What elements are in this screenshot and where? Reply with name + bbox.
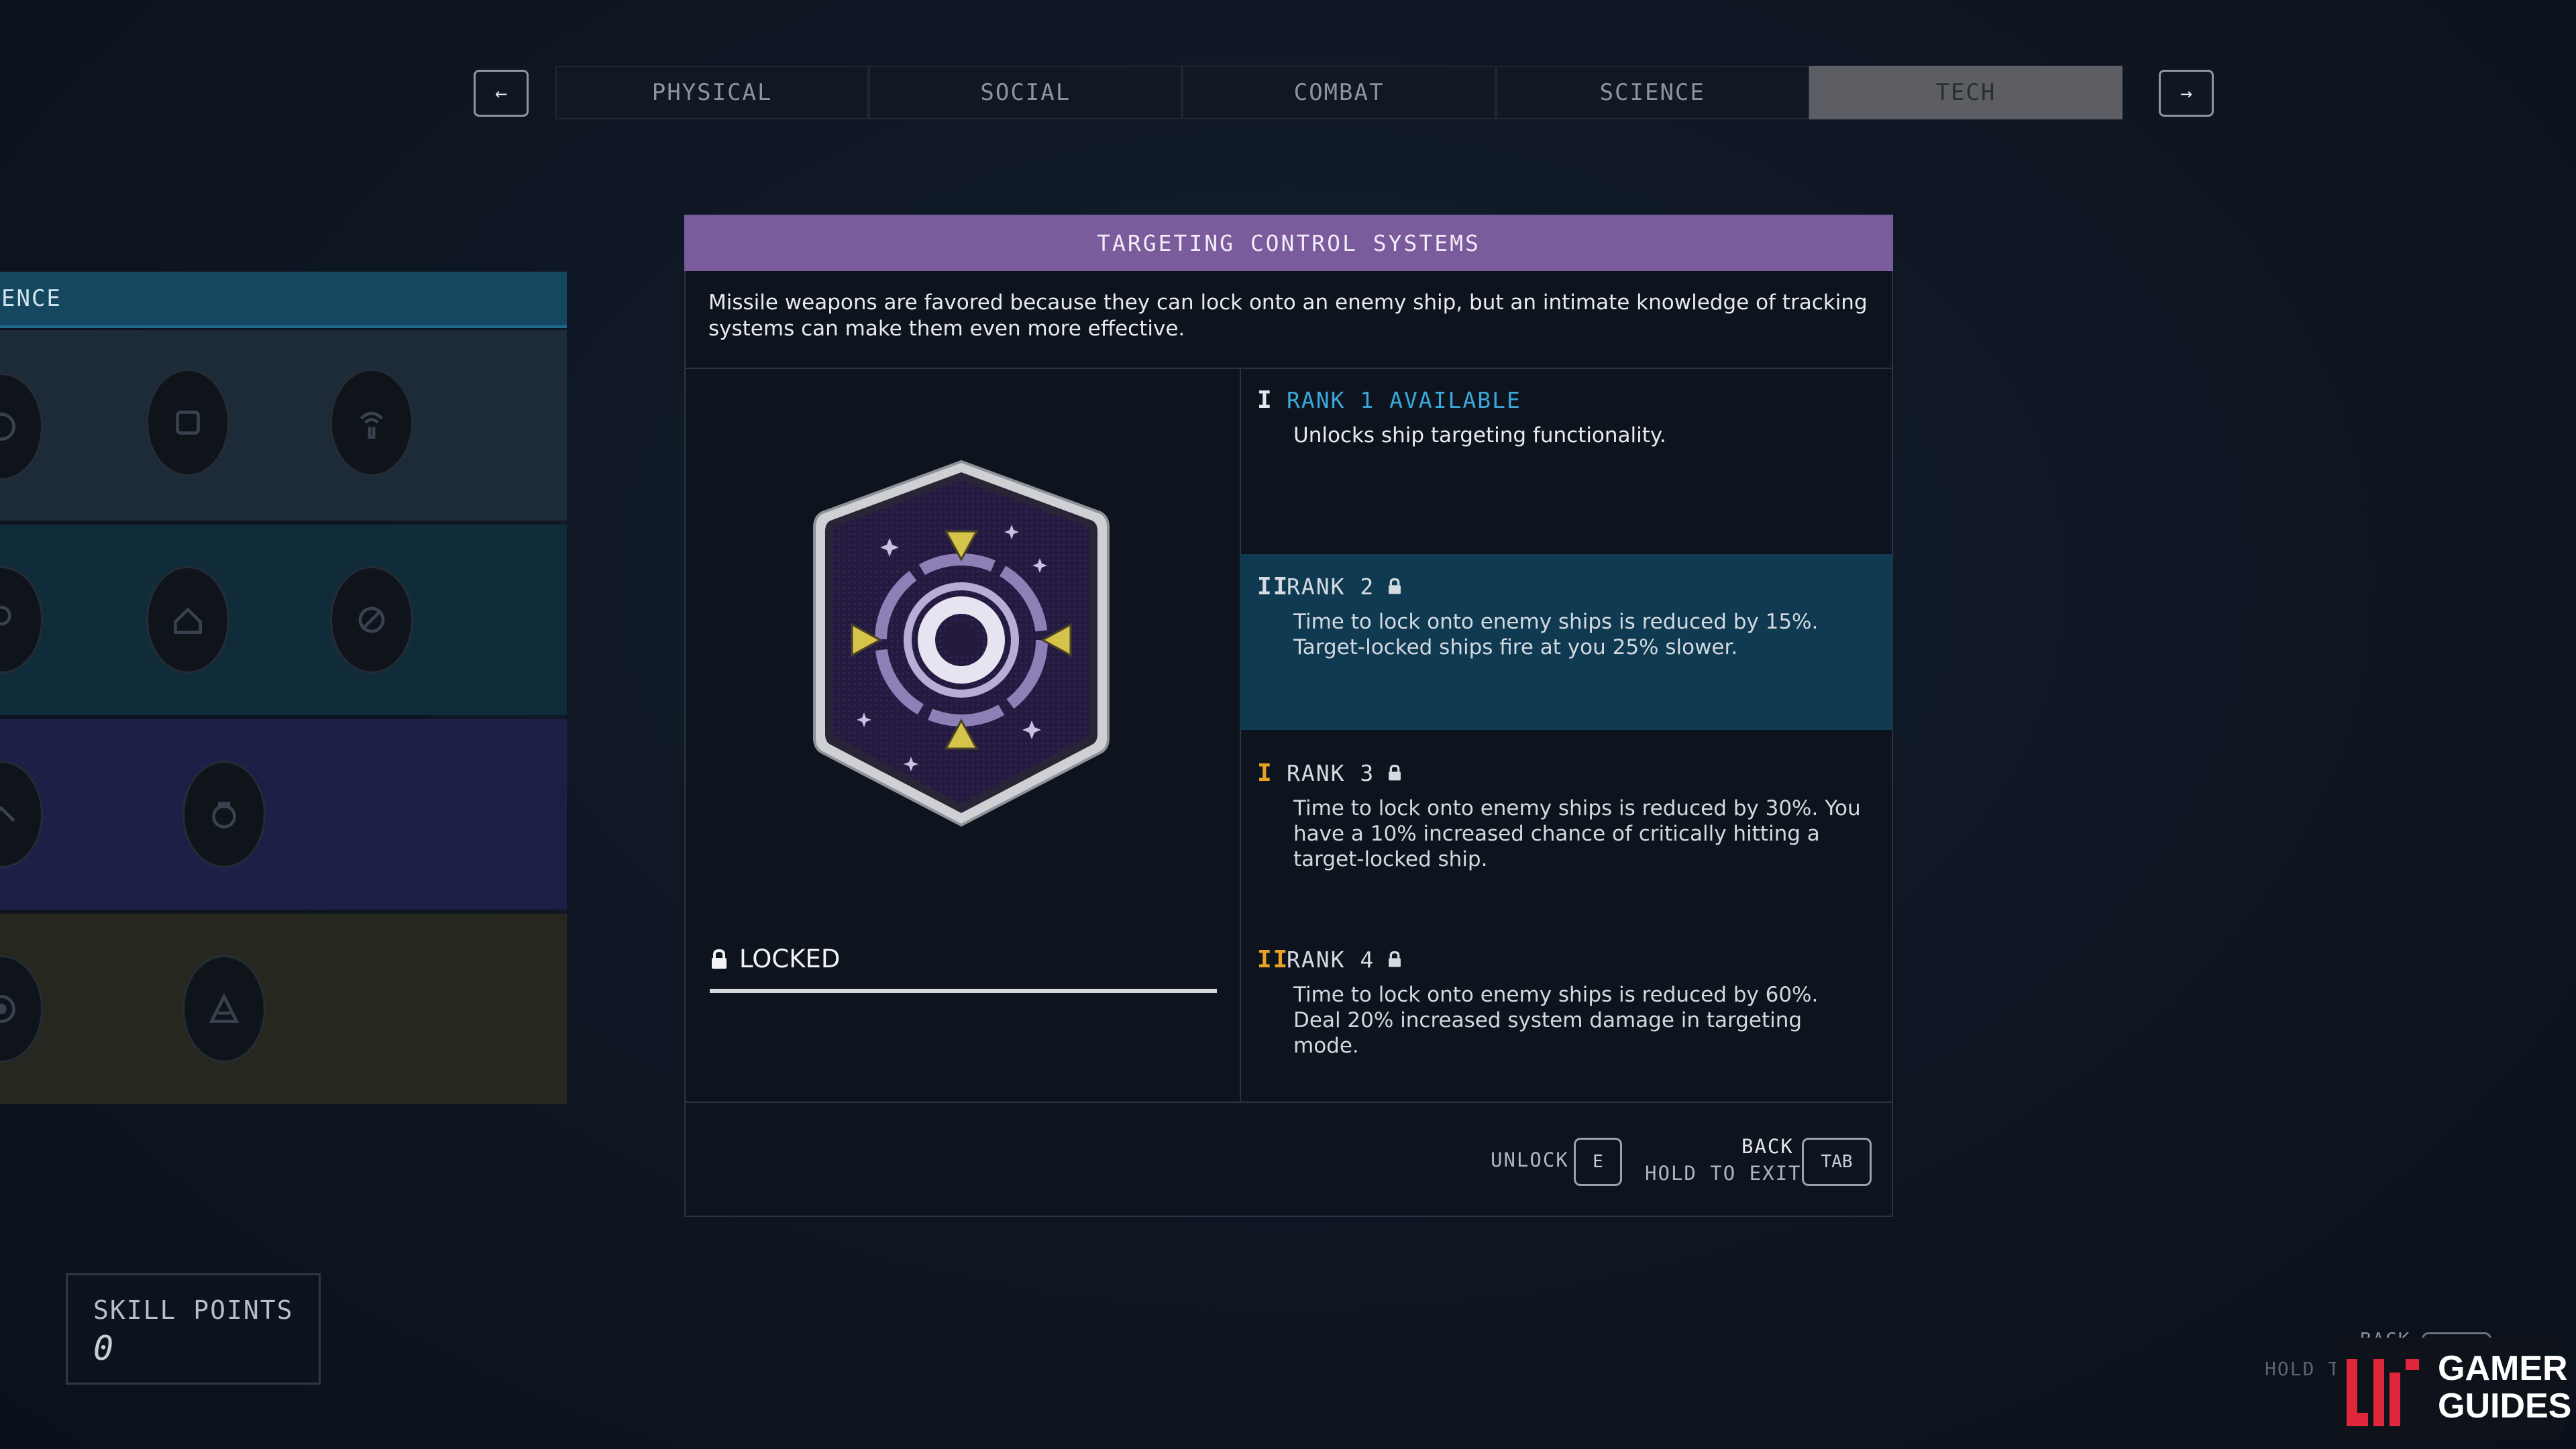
perk-title: TARGETING CONTROL SYSTEMS <box>684 215 1893 271</box>
divider <box>684 1102 1893 1103</box>
skill-emblem-icon <box>176 411 200 435</box>
tab-combat[interactable]: COMBAT <box>1182 66 1496 119</box>
skill-node[interactable] <box>0 761 43 868</box>
lock-icon <box>1389 578 1401 594</box>
lock-icon <box>1389 951 1401 967</box>
unlock-key-button[interactable]: E <box>1574 1138 1622 1186</box>
rank-3-entry[interactable]: I RANK 3 Time to lock onto enemy ships i… <box>1241 759 1892 920</box>
rank-1-label: RANK 1 AVAILABLE <box>1287 386 1521 413</box>
skill-node[interactable] <box>182 955 266 1063</box>
rank-4-label: RANK 4 <box>1287 946 1375 973</box>
watermark: GAMER GUIDES <box>2336 1338 2571 1438</box>
skill-points-panel: SKILL POINTS 0 <box>66 1273 321 1385</box>
previous-category-button[interactable]: ← <box>474 70 529 117</box>
skill-tree-header: ENCE <box>0 272 567 328</box>
rank-2-label: RANK 2 <box>1287 573 1375 600</box>
watermark-line-2: GUIDES <box>2438 1387 2572 1426</box>
gamer-guides-logo-icon <box>2347 1359 2419 1426</box>
skill-emblem-icon <box>212 802 236 828</box>
skill-node[interactable] <box>0 566 43 674</box>
skill-emblem-icon <box>358 606 385 633</box>
tab-social[interactable]: SOCIAL <box>869 66 1183 119</box>
rank-3-label: RANK 3 <box>1287 759 1375 786</box>
watermark-line-1: GAMER <box>2438 1349 2568 1388</box>
locked-status-label: LOCKED <box>739 945 841 973</box>
rank-4-marker: II <box>1257 945 1289 973</box>
progress-bar <box>710 989 1217 993</box>
hold-to-exit-label: HOLD TO EXIT <box>1645 1162 1802 1185</box>
tab-science[interactable]: SCIENCE <box>1495 66 1809 119</box>
skill-node[interactable] <box>330 369 413 476</box>
skill-points-value: 0 <box>93 1329 114 1368</box>
rank-4-entry[interactable]: II RANK 4 Time to lock onto enemy ships … <box>1241 946 1892 1100</box>
skill-node[interactable] <box>0 955 43 1063</box>
back-label: BACK <box>1741 1135 1794 1158</box>
skill-emblem-icon <box>174 607 202 634</box>
skill-emblem-icon <box>209 993 239 1023</box>
skill-node[interactable] <box>146 566 229 674</box>
rank-2-marker: II <box>1257 572 1289 600</box>
perk-badge <box>810 458 1112 829</box>
skill-tree-header-label: ENCE <box>1 285 62 312</box>
lock-icon <box>1389 764 1401 781</box>
unlock-label: UNLOCK <box>1491 1148 1569 1171</box>
locked-status: LOCKED <box>710 945 840 973</box>
skill-emblem-icon <box>360 411 384 439</box>
next-category-button[interactable]: → <box>2159 70 2214 117</box>
skill-tree-row-3 <box>0 719 567 910</box>
skill-tree-row-4 <box>0 914 567 1104</box>
tab-physical[interactable]: PHYSICAL <box>555 66 869 119</box>
rank-1-text: Unlocks ship targeting functionality. <box>1293 423 1666 447</box>
rank-4-text: Time to lock onto enemy ships is reduced… <box>1293 983 1819 1058</box>
skill-points-label: SKILL POINTS <box>93 1295 294 1325</box>
skill-node[interactable] <box>330 566 413 674</box>
skill-node[interactable] <box>0 373 43 480</box>
skill-tree-row-1 <box>0 330 567 521</box>
background-hold-label: HOLD T <box>2265 1358 2341 1380</box>
rank-3-text: Time to lock onto enemy ships is reduced… <box>1293 796 1861 871</box>
targeting-reticle-icon <box>813 460 1110 827</box>
category-tabs: PHYSICAL SOCIAL COMBAT SCIENCE TECH <box>555 66 2123 119</box>
rank-2-entry[interactable]: II RANK 2 Time to lock onto enemy ships … <box>1241 554 1892 730</box>
skill-emblem-icon <box>0 413 15 441</box>
rank-1-marker: I <box>1257 386 1273 414</box>
skill-node[interactable] <box>146 369 229 476</box>
lock-icon <box>712 949 727 969</box>
rank-3-marker: I <box>1257 759 1273 787</box>
skill-emblem-icon <box>0 806 15 822</box>
skill-node[interactable] <box>182 761 266 868</box>
tab-tech[interactable]: TECH <box>1809 66 2123 119</box>
skill-tree-row-2 <box>0 525 567 715</box>
back-key-button[interactable]: TAB <box>1802 1138 1872 1186</box>
rank-2-text: Time to lock onto enemy ships is reduced… <box>1293 610 1819 659</box>
divider <box>684 368 1893 369</box>
perk-description: Missile weapons are favored because they… <box>708 290 1868 341</box>
rank-1-entry[interactable]: I RANK 1 AVAILABLE Unlocks ship targetin… <box>1241 386 1892 553</box>
skill-emblem-icon <box>0 606 11 626</box>
skill-emblem-icon <box>0 995 15 1023</box>
